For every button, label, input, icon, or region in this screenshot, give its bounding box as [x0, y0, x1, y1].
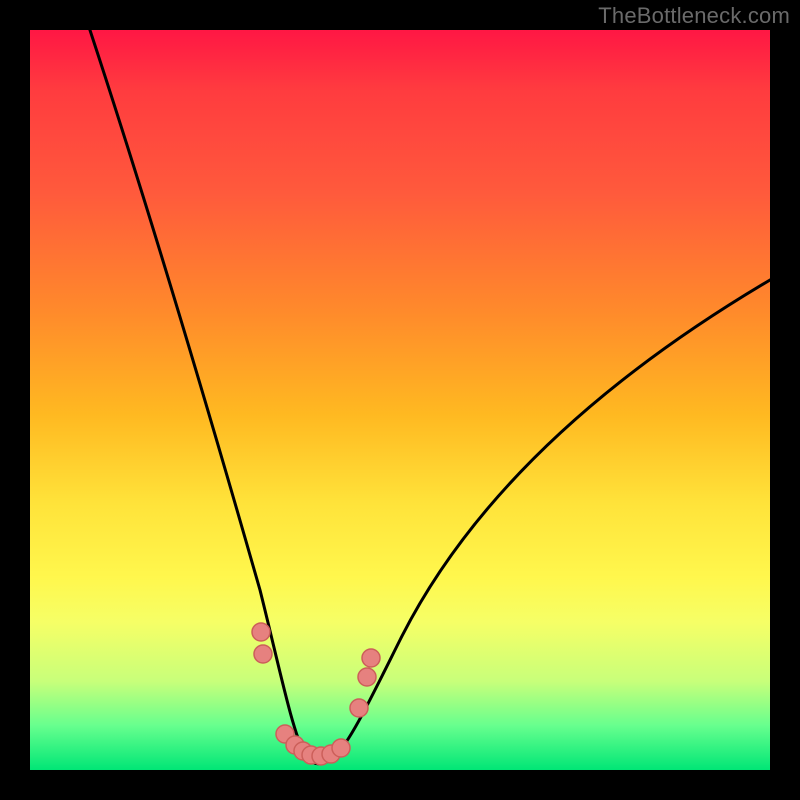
scatter-point: [252, 623, 270, 641]
scatter-point: [294, 742, 312, 760]
scatter-point: [312, 747, 330, 765]
scatter-point: [254, 645, 272, 663]
curve-layer: [80, 30, 770, 764]
chart-svg: [30, 30, 770, 770]
scatter-point: [302, 746, 320, 764]
scatter-point: [322, 745, 340, 763]
scatter-point: [332, 739, 350, 757]
chart-frame: TheBottleneck.com: [0, 0, 800, 800]
plot-area: [30, 30, 770, 770]
scatter-layer: [252, 623, 380, 765]
scatter-point: [358, 668, 376, 686]
watermark: TheBottleneck.com: [598, 3, 790, 29]
scatter-point: [362, 649, 380, 667]
scatter-point: [350, 699, 368, 717]
scatter-point: [276, 725, 294, 743]
scatter-point: [286, 736, 304, 754]
bottleneck-curve: [80, 30, 770, 764]
